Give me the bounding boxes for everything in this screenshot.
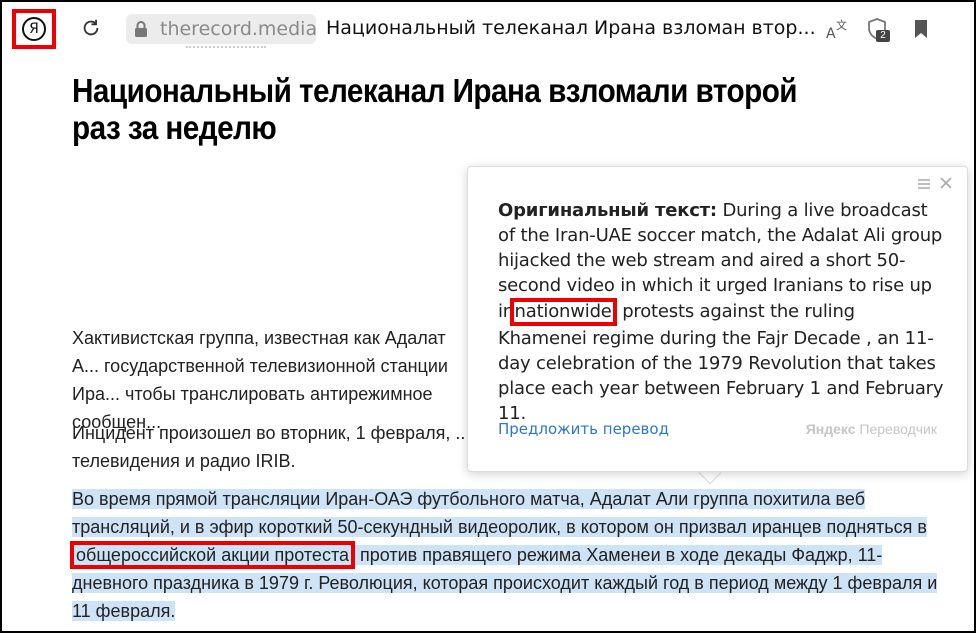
shield-count-badge: 2 (876, 30, 890, 42)
address-bar[interactable]: therecord.media (126, 14, 318, 44)
yandex-logo-icon: Я (22, 17, 46, 41)
original-text-block: Оригинальный текст: During a live broadc… (498, 198, 948, 426)
menu-icon (918, 179, 930, 189)
close-icon (940, 177, 952, 189)
annotated-word-en: nationwide (509, 298, 617, 326)
brand-bold: Яндекс (805, 421, 856, 437)
bookmark-icon (915, 20, 927, 38)
article-paragraph-2: Инцидент произошел во вторник, 1 февраля… (72, 423, 471, 471)
article-headline: Национальный телеканал Ирана взломали вт… (72, 72, 798, 146)
yandex-logo-button[interactable]: Я (12, 9, 56, 49)
svg-text:文: 文 (836, 18, 847, 32)
article-paragraph-3-selected[interactable]: Во время прямой трансляции Иран-ОАЭ футб… (70, 485, 952, 625)
brand-rest: Переводчик (855, 421, 937, 437)
annotated-phrase-ru: общероссийской акции протеста (70, 541, 355, 569)
reload-icon (83, 19, 99, 36)
suggest-translation-link[interactable]: Предложить перевод (498, 420, 669, 438)
url-domain: therecord.media (160, 18, 318, 40)
reload-button[interactable] (78, 15, 104, 41)
original-text-label: Оригинальный текст: (498, 200, 717, 221)
protect-button[interactable]: 2 (864, 16, 890, 42)
yandex-translator-brand: Яндекс Переводчик (806, 421, 937, 437)
popup-close-button[interactable] (939, 176, 953, 190)
lock-icon (134, 20, 148, 38)
bookmark-button[interactable] (908, 16, 934, 42)
browser-toolbar: Я therecord.media Национальный телеканал… (2, 2, 974, 54)
page-tab-title: Национальный телеканал Ирана взломан вто… (326, 17, 816, 39)
translation-popup: Оригинальный текст: During a live broadc… (467, 166, 968, 472)
cropped-text-line (186, 46, 266, 52)
translate-button[interactable]: A 文 (824, 16, 850, 42)
translate-icon: A 文 (826, 18, 847, 40)
popup-menu-button[interactable] (917, 177, 931, 191)
svg-text:A: A (826, 26, 836, 40)
selected-text-before: Во время прямой трансляции Иран-ОАЭ футб… (72, 489, 927, 537)
